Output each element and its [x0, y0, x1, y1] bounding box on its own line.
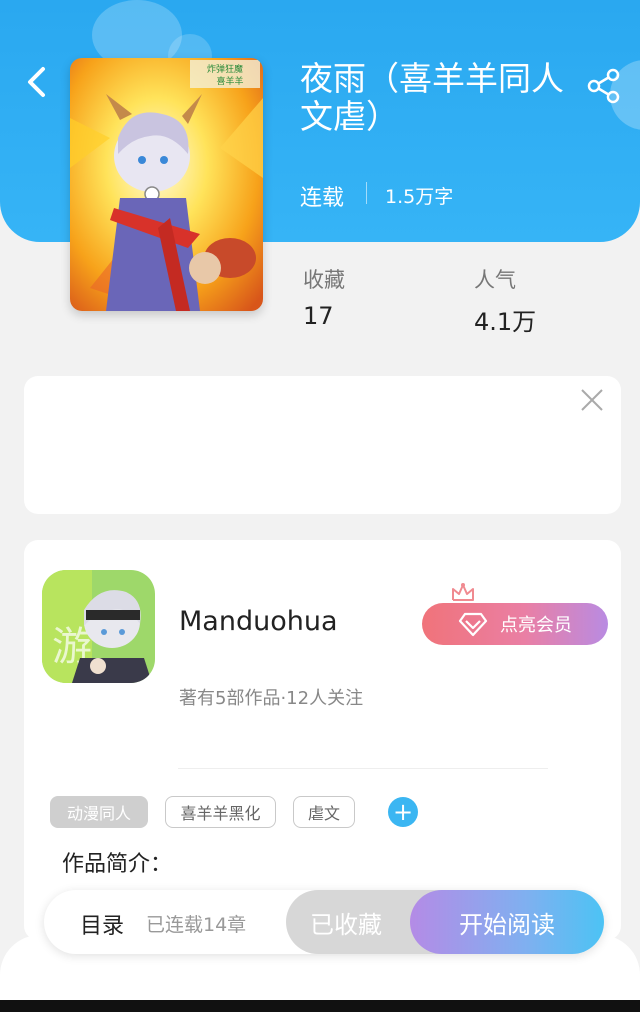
popularity-label: 人气 — [474, 268, 516, 292]
diamond-icon — [458, 612, 488, 637]
intro-heading: 作品简介： — [62, 852, 173, 877]
tag-item[interactable]: 喜羊羊黑化 — [165, 796, 276, 828]
svg-text:喜羊羊: 喜羊羊 — [216, 75, 243, 87]
crown-icon — [452, 583, 474, 601]
book-cover-illustration: 炸弹狂魔 喜羊羊 — [70, 58, 263, 311]
ad-banner-card — [24, 376, 621, 514]
start-reading-button[interactable]: 开始阅读 — [410, 890, 604, 954]
author-avatar[interactable]: 游 — [42, 570, 155, 683]
chevron-left-icon — [28, 67, 45, 97]
serial-status: 连载 — [300, 186, 345, 211]
close-icon — [581, 389, 603, 411]
chapter-count: 已连载14章 — [146, 914, 247, 936]
share-button[interactable] — [584, 66, 624, 106]
divider — [178, 768, 548, 769]
favorited-button-label: 已收藏 — [310, 910, 382, 939]
popularity-value: 4.1万 — [474, 308, 537, 336]
tag-item[interactable]: 虐文 — [293, 796, 355, 828]
share-icon — [587, 68, 620, 104]
plus-icon: + — [392, 798, 414, 826]
start-reading-label: 开始阅读 — [459, 910, 555, 939]
toc-button[interactable]: 目录 — [80, 908, 124, 940]
favorites-label: 收藏 — [303, 268, 345, 292]
add-tag-button[interactable]: + — [388, 797, 418, 827]
svg-text:炸弹狂魔: 炸弹狂魔 — [207, 63, 243, 75]
vip-button[interactable]: 点亮会员 — [422, 603, 608, 645]
author-name[interactable]: Manduohua — [179, 606, 338, 637]
author-avatar-image: 游 — [42, 570, 155, 683]
status-divider — [366, 182, 367, 204]
close-ad-button[interactable] — [578, 386, 606, 414]
book-title: 夜雨（喜羊羊同人文虐） — [300, 59, 564, 136]
back-button[interactable] — [18, 62, 54, 102]
tag-item[interactable]: 动漫同人 — [50, 796, 148, 828]
author-meta: 著有5部作品·12人关注 — [179, 688, 364, 709]
favorites-value: 17 — [303, 302, 334, 330]
system-nav-bar — [0, 1000, 640, 1012]
book-cover[interactable]: 炸弹狂魔 喜羊羊 — [70, 58, 263, 311]
vip-button-label: 点亮会员 — [500, 615, 572, 636]
word-count: 1.5万字 — [385, 186, 454, 208]
